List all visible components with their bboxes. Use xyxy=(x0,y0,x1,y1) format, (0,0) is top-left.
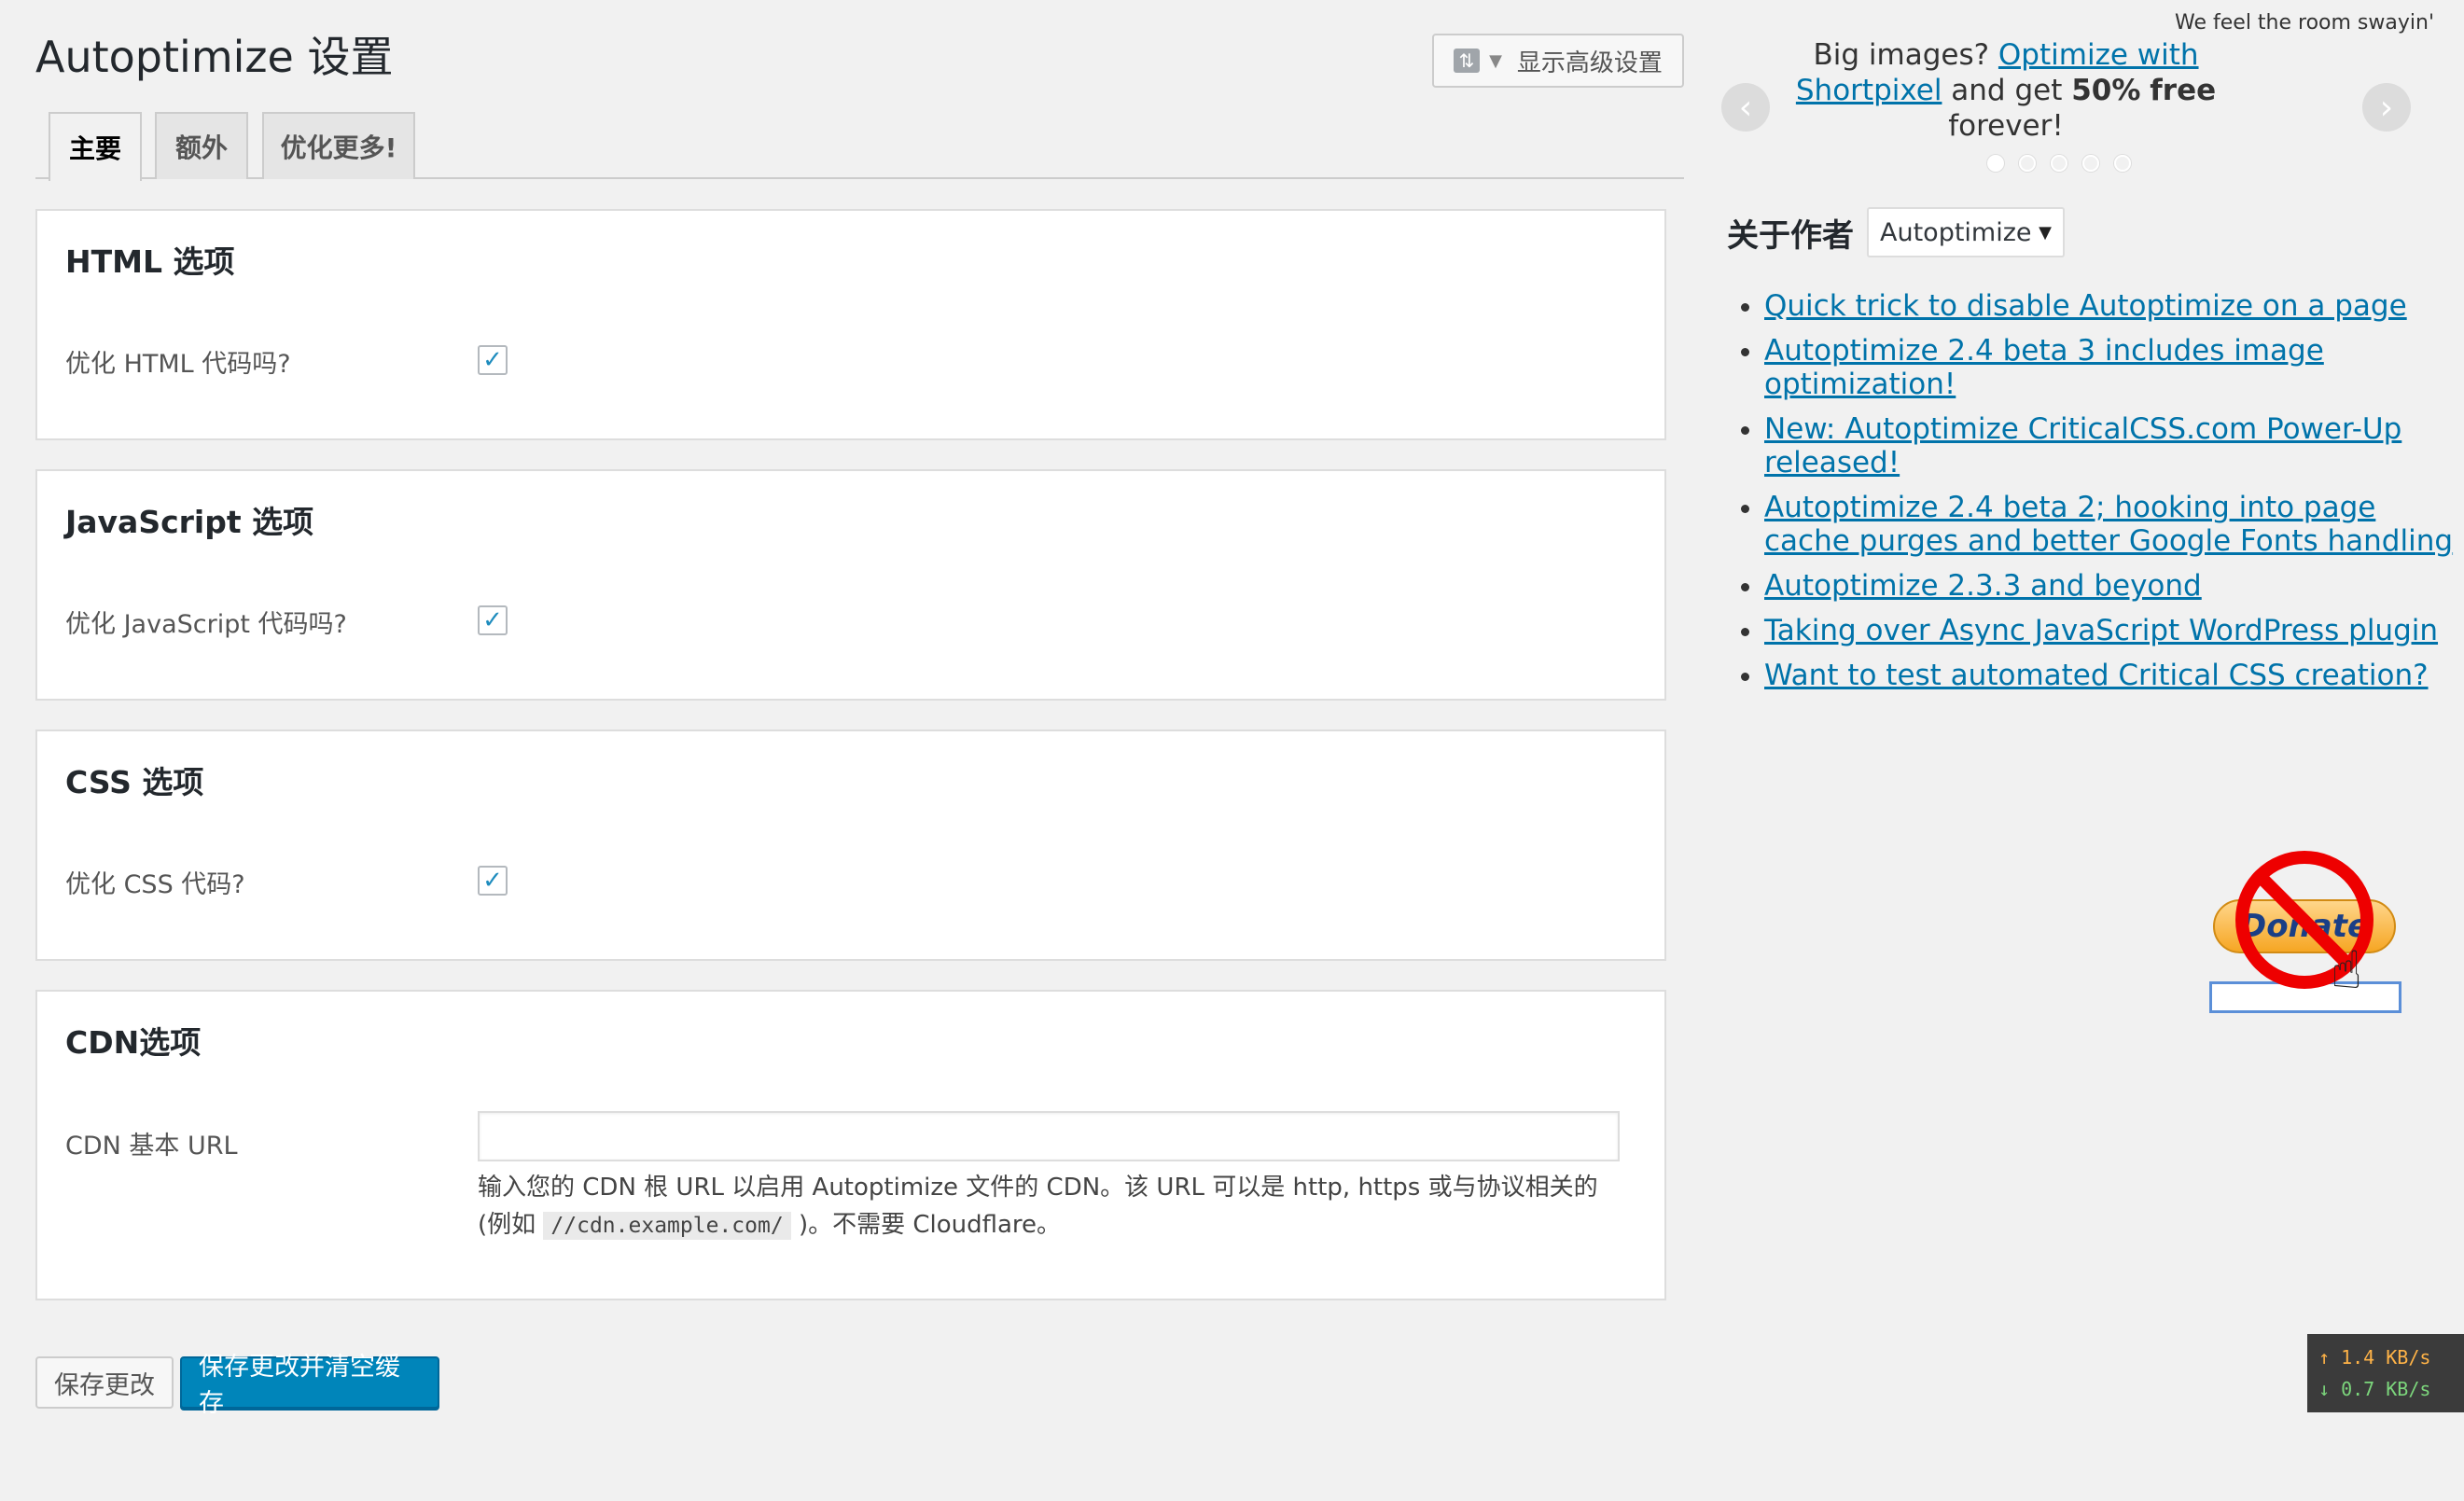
news-link[interactable]: Autoptimize 2.3.3 and beyond xyxy=(1764,569,2202,603)
promo-mid: and get xyxy=(1942,74,2072,107)
news-item: Quick trick to disable Autoptimize on a … xyxy=(1764,289,2455,323)
checkmark-icon: ✓ xyxy=(482,606,503,634)
carousel-prev-arrow-icon[interactable]: ‹ xyxy=(1721,83,1770,132)
section-title: JavaScript 选项 xyxy=(65,504,314,540)
tab-extra[interactable]: 额外 xyxy=(155,112,248,179)
news-link[interactable]: New: Autoptimize CriticalCSS.com Power-U… xyxy=(1764,412,2401,479)
news-item: Autoptimize 2.4 beta 3 includes image op… xyxy=(1764,334,2455,401)
tab-label: 额外 xyxy=(174,132,228,163)
download-arrow-icon: ↓ xyxy=(2318,1378,2331,1400)
news-item: Want to test automated Critical CSS crea… xyxy=(1764,659,2455,692)
cdn-example-code: //cdn.example.com/ xyxy=(543,1212,791,1240)
network-speed-widget: ↑ 1.4 KB/s ↓ 0.7 KB/s xyxy=(2307,1334,2464,1412)
settings-tabs: 主要 额外 优化更多! xyxy=(35,112,1684,181)
news-item: New: Autoptimize CriticalCSS.com Power-U… xyxy=(1764,412,2455,479)
news-list: Quick trick to disable Autoptimize on a … xyxy=(1727,289,2455,703)
carousel-dot[interactable] xyxy=(2114,155,2131,172)
upload-speed: 1.4 KB/s xyxy=(2341,1346,2431,1369)
cdn-options-panel: CDN选项 CDN 基本 URL 输入您的 CDN 根 URL 以启用 Auto… xyxy=(35,990,1666,1300)
optimize-html-checkbox[interactable]: ✓ xyxy=(478,345,508,375)
promo-bold-percent: 50% xyxy=(2071,74,2141,107)
news-title: 关于作者 xyxy=(1727,216,1854,255)
promo-prefix: Big images? xyxy=(1813,38,1998,72)
cdn-desc-tail: )。不需要 Cloudflare。 xyxy=(798,1211,1062,1239)
promo-banner: Big images? Optimize with Shortpixel and… xyxy=(1745,37,2267,144)
dropdown-triangle-icon: ▼ xyxy=(2039,222,2052,243)
carousel-dot[interactable] xyxy=(2051,155,2067,172)
checkmark-icon: ✓ xyxy=(482,346,503,374)
news-link[interactable]: Want to test automated Critical CSS crea… xyxy=(1764,659,2429,692)
tagline: We feel the room swayin' xyxy=(2175,11,2434,35)
tab-optimize-more[interactable]: 优化更多! xyxy=(262,112,415,179)
checkmark-icon: ✓ xyxy=(482,867,503,895)
news-link[interactable]: Autoptimize 2.4 beta 2; hooking into pag… xyxy=(1764,491,2453,558)
news-link[interactable]: Taking over Async JavaScript WordPress p… xyxy=(1764,614,2438,647)
section-title: CDN选项 xyxy=(65,1024,202,1061)
caret-down-icon: ▼ xyxy=(1489,50,1502,71)
news-item: Autoptimize 2.3.3 and beyond xyxy=(1764,569,2455,603)
js-options-panel: JavaScript 选项 优化 JavaScript 代码吗? ✓ xyxy=(35,469,1666,701)
carousel-dot[interactable] xyxy=(1987,155,2004,172)
carousel-dot[interactable] xyxy=(2019,155,2036,172)
news-link[interactable]: Quick trick to disable Autoptimize on a … xyxy=(1764,289,2407,323)
optimize-js-label: 优化 JavaScript 代码吗? xyxy=(65,610,347,639)
promo-bold-free: free xyxy=(2150,74,2217,107)
html-options-panel: HTML 选项 优化 HTML 代码吗? ✓ xyxy=(35,209,1666,440)
carousel-dots xyxy=(1987,155,2131,172)
css-options-panel: CSS 选项 优化 CSS 代码? ✓ xyxy=(35,730,1666,961)
news-link[interactable]: Autoptimize 2.4 beta 3 includes image op… xyxy=(1764,334,2324,401)
feed-select[interactable]: Autoptimize ▼ xyxy=(1867,207,2065,257)
save-and-clear-cache-button[interactable]: 保存更改并清空缓存 xyxy=(180,1353,439,1418)
upload-arrow-icon: ↑ xyxy=(2318,1346,2331,1369)
download-speed: 0.7 KB/s xyxy=(2341,1378,2431,1400)
save-button[interactable]: 保存更改 xyxy=(35,1356,174,1409)
carousel-next-arrow-icon[interactable]: › xyxy=(2362,83,2411,132)
optimize-html-label: 优化 HTML 代码吗? xyxy=(65,350,291,379)
optimize-css-checkbox[interactable]: ✓ xyxy=(478,866,508,896)
page-title: Autoptimize 设置 xyxy=(35,32,394,82)
section-title: CSS 选项 xyxy=(65,764,204,800)
optimize-js-checkbox[interactable]: ✓ xyxy=(478,605,508,635)
advanced-settings-toggle[interactable]: ⇅ ▼ 显示高级设置 xyxy=(1432,34,1684,88)
news-header: 关于作者 Autoptimize ▼ xyxy=(1727,207,2065,257)
section-title: HTML 选项 xyxy=(65,243,235,280)
news-item: Autoptimize 2.4 beta 2; hooking into pag… xyxy=(1764,491,2455,558)
news-item: Taking over Async JavaScript WordPress p… xyxy=(1764,614,2455,647)
tab-label: 主要 xyxy=(68,133,121,164)
feed-select-value: Autoptimize xyxy=(1880,217,2032,247)
carousel-dot[interactable] xyxy=(2082,155,2099,172)
cdn-url-label: CDN 基本 URL xyxy=(65,1132,238,1160)
settings-toggle-icon: ⇅ xyxy=(1454,49,1481,73)
optimize-css-label: 优化 CSS 代码? xyxy=(65,870,245,899)
cdn-url-input[interactable] xyxy=(478,1111,1620,1161)
advanced-settings-label: 显示高级设置 xyxy=(1516,49,1663,77)
tab-label: 优化更多! xyxy=(280,132,397,163)
promo-suffix: forever! xyxy=(1948,109,2064,143)
cdn-description: 输入您的 CDN 根 URL 以启用 Autoptimize 文件的 CDN。该… xyxy=(478,1169,1635,1244)
pointer-hand-icon: ☝ xyxy=(2331,940,2363,1001)
tab-main[interactable]: 主要 xyxy=(49,112,142,181)
donate-image[interactable]: Donate ☝ xyxy=(2209,851,2401,1021)
